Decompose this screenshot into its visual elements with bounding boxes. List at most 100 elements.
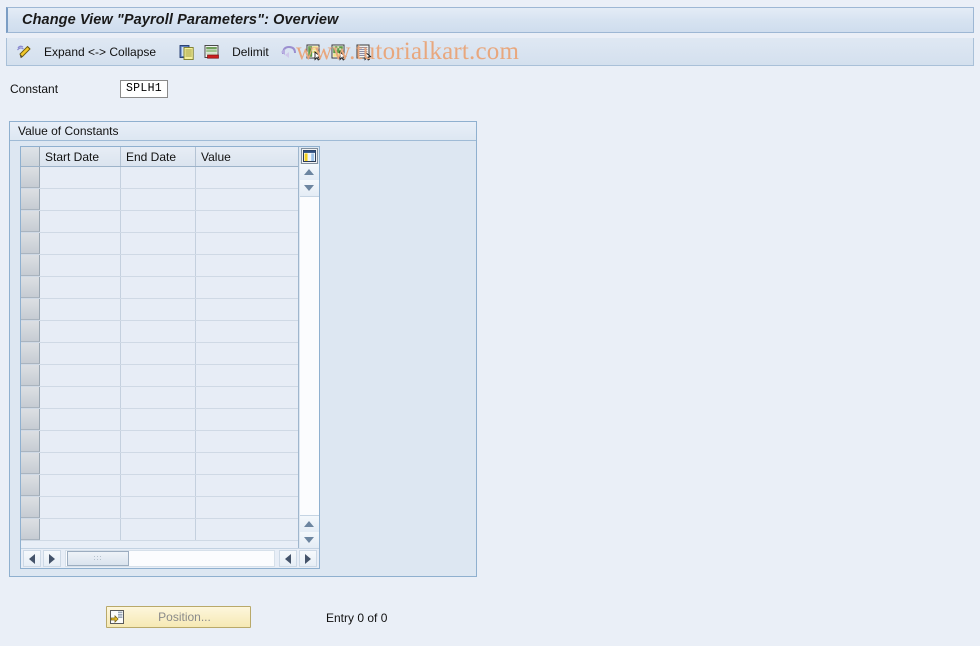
table-row[interactable] bbox=[21, 167, 299, 189]
table-row[interactable] bbox=[21, 453, 299, 475]
table-cell[interactable] bbox=[121, 497, 196, 518]
table-cell[interactable] bbox=[196, 211, 298, 232]
table-cell[interactable] bbox=[196, 453, 298, 474]
row-selector-cell[interactable] bbox=[21, 167, 40, 188]
table-cell[interactable] bbox=[121, 167, 196, 188]
delimit-button[interactable]: Delimit bbox=[228, 41, 273, 63]
scroll-up-top-button[interactable] bbox=[299, 164, 319, 180]
column-header-end-date[interactable]: End Date bbox=[121, 147, 196, 166]
table-row[interactable] bbox=[21, 189, 299, 211]
row-selector-cell[interactable] bbox=[21, 255, 40, 276]
row-selector-cell[interactable] bbox=[21, 431, 40, 452]
scroll-down-top-button[interactable] bbox=[299, 180, 319, 196]
table-cell[interactable] bbox=[121, 299, 196, 320]
table-cell[interactable] bbox=[121, 277, 196, 298]
table-cell[interactable] bbox=[121, 189, 196, 210]
table-cell[interactable] bbox=[121, 519, 196, 540]
table-cell[interactable] bbox=[196, 255, 298, 276]
table-row[interactable] bbox=[21, 387, 299, 409]
table-row[interactable] bbox=[21, 497, 299, 519]
table-cell[interactable] bbox=[40, 497, 121, 518]
table-cell[interactable] bbox=[196, 343, 298, 364]
table-cell[interactable] bbox=[40, 299, 121, 320]
table-cell[interactable] bbox=[196, 299, 298, 320]
scroll-left-end-button[interactable] bbox=[279, 550, 297, 567]
table-row[interactable] bbox=[21, 233, 299, 255]
table-cell[interactable] bbox=[121, 233, 196, 254]
table-cell[interactable] bbox=[40, 255, 121, 276]
table-cell[interactable] bbox=[40, 365, 121, 386]
table-cell[interactable] bbox=[196, 409, 298, 430]
table-cell[interactable] bbox=[40, 409, 121, 430]
table-cell[interactable] bbox=[121, 431, 196, 452]
row-selector-cell[interactable] bbox=[21, 211, 40, 232]
table-cell[interactable] bbox=[40, 189, 121, 210]
row-selector-cell[interactable] bbox=[21, 321, 40, 342]
table-cell[interactable] bbox=[121, 453, 196, 474]
table-cell[interactable] bbox=[121, 321, 196, 342]
table-row[interactable] bbox=[21, 299, 299, 321]
table-row[interactable] bbox=[21, 277, 299, 299]
row-selector-cell[interactable] bbox=[21, 189, 40, 210]
row-selector-cell[interactable] bbox=[21, 387, 40, 408]
row-selector-cell[interactable] bbox=[21, 453, 40, 474]
select-all-column-header[interactable] bbox=[21, 147, 40, 166]
table-cell[interactable] bbox=[40, 431, 121, 452]
row-selector-cell[interactable] bbox=[21, 277, 40, 298]
row-selector-cell[interactable] bbox=[21, 409, 40, 430]
deselect-block-button[interactable] bbox=[330, 41, 348, 63]
row-selector-cell[interactable] bbox=[21, 299, 40, 320]
table-cell[interactable] bbox=[121, 255, 196, 276]
table-settings-icon[interactable] bbox=[300, 148, 318, 164]
table-row[interactable] bbox=[21, 365, 299, 387]
scroll-left-button[interactable] bbox=[23, 550, 41, 567]
row-selector-cell[interactable] bbox=[21, 343, 40, 364]
table-row[interactable] bbox=[21, 431, 299, 453]
table-cell[interactable] bbox=[121, 211, 196, 232]
table-cell[interactable] bbox=[196, 233, 298, 254]
scroll-right-button[interactable] bbox=[43, 550, 61, 567]
table-cell[interactable] bbox=[40, 233, 121, 254]
expand-collapse-button[interactable]: Expand <-> Collapse bbox=[40, 41, 160, 63]
table-cell[interactable] bbox=[196, 497, 298, 518]
horizontal-scrollbar-track[interactable]: ::: bbox=[65, 550, 275, 567]
undo-button[interactable] bbox=[280, 41, 298, 63]
position-button[interactable]: Position... bbox=[106, 606, 251, 628]
table-row[interactable] bbox=[21, 343, 299, 365]
row-selector-cell[interactable] bbox=[21, 233, 40, 254]
horizontal-scrollbar-thumb[interactable]: ::: bbox=[67, 551, 129, 566]
table-cell[interactable] bbox=[196, 431, 298, 452]
table-row[interactable] bbox=[21, 475, 299, 497]
table-cell[interactable] bbox=[196, 321, 298, 342]
row-selector-cell[interactable] bbox=[21, 365, 40, 386]
table-row[interactable] bbox=[21, 519, 299, 541]
display-change-button[interactable] bbox=[15, 41, 33, 63]
table-row[interactable] bbox=[21, 211, 299, 233]
table-cell[interactable] bbox=[40, 321, 121, 342]
row-selector-cell[interactable] bbox=[21, 497, 40, 518]
copy-as-button[interactable] bbox=[178, 41, 196, 63]
table-row[interactable] bbox=[21, 409, 299, 431]
table-row[interactable] bbox=[21, 255, 299, 277]
row-selector-cell[interactable] bbox=[21, 519, 40, 540]
table-cell[interactable] bbox=[40, 453, 121, 474]
table-cell[interactable] bbox=[40, 387, 121, 408]
table-cell[interactable] bbox=[121, 365, 196, 386]
table-cell[interactable] bbox=[121, 409, 196, 430]
select-block-button[interactable] bbox=[305, 41, 323, 63]
scroll-down-bottom-button[interactable] bbox=[299, 532, 319, 548]
delete-row-button[interactable] bbox=[203, 41, 221, 63]
scroll-up-bottom-button[interactable] bbox=[299, 516, 319, 532]
column-header-start-date[interactable]: Start Date bbox=[40, 147, 121, 166]
table-cell[interactable] bbox=[196, 277, 298, 298]
table-cell[interactable] bbox=[40, 475, 121, 496]
column-header-value[interactable]: Value bbox=[196, 147, 298, 166]
table-cell[interactable] bbox=[121, 475, 196, 496]
table-cell[interactable] bbox=[40, 343, 121, 364]
table-cell[interactable] bbox=[196, 475, 298, 496]
table-row[interactable] bbox=[21, 321, 299, 343]
table-cell[interactable] bbox=[196, 189, 298, 210]
table-cell[interactable] bbox=[196, 519, 298, 540]
table-cell[interactable] bbox=[196, 365, 298, 386]
constant-value-field[interactable]: SPLH1 bbox=[120, 80, 168, 98]
